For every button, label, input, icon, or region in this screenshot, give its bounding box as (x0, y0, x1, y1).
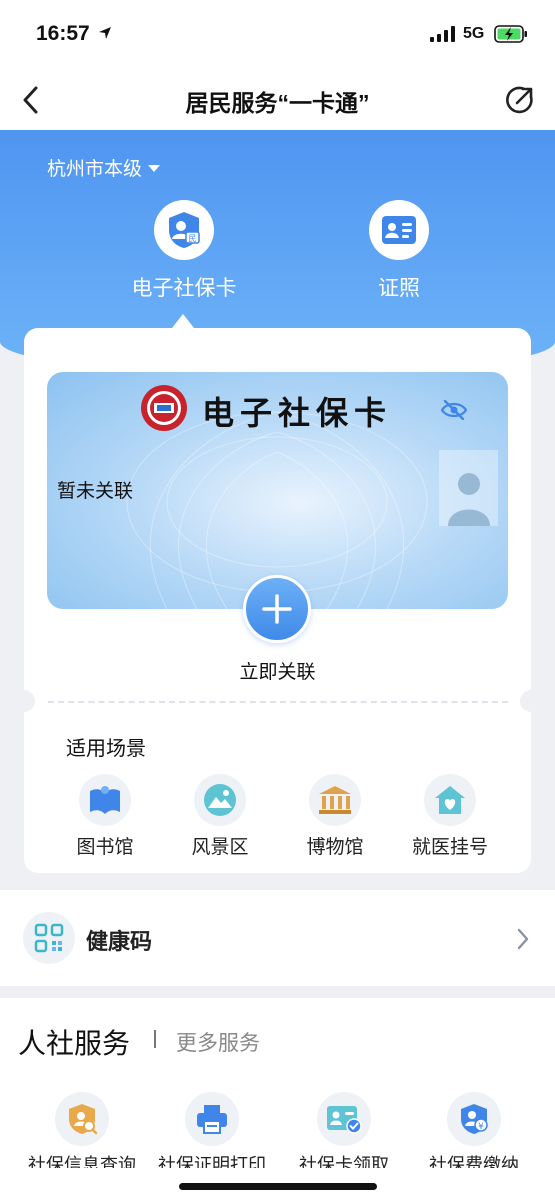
status-bar: 16:57 5G (0, 0, 555, 70)
home-indicator[interactable] (179, 1183, 377, 1190)
link-card-label: 立即关联 (239, 662, 316, 683)
back-button[interactable] (14, 82, 46, 118)
tab-label: 电子社保卡 (131, 277, 237, 300)
tab-social-security-card[interactable]: 民 电子社保卡 (114, 200, 254, 302)
book-icon (79, 774, 131, 826)
health-code-label: 健康码 (86, 929, 153, 954)
plus-icon (262, 594, 292, 624)
social-security-card[interactable]: 电子社保卡 暂未关联 (47, 372, 508, 609)
printer-icon (185, 1092, 239, 1146)
person-silhouette-icon (447, 473, 490, 526)
id-card-icon (369, 200, 429, 260)
qr-code-icon (23, 912, 75, 964)
svg-text:民: 民 (189, 234, 197, 243)
hospital-icon (424, 774, 476, 826)
scene-label: 图书馆 (76, 837, 134, 858)
search-doc-icon (55, 1092, 109, 1146)
eye-hidden-icon[interactable] (440, 400, 468, 420)
card-link-status: 暂未关联 (57, 481, 134, 502)
region-label: 杭州市本级 (47, 159, 143, 180)
panel-notch-left (13, 690, 35, 712)
link-card-button[interactable] (243, 575, 311, 643)
network-type: 5G (463, 25, 485, 42)
social-security-emblem-icon (141, 385, 187, 431)
tab-license[interactable]: 证照 (329, 200, 469, 302)
services-title: 人社服务 (18, 1028, 131, 1059)
share-icon (506, 86, 533, 114)
share-button[interactable] (502, 82, 538, 118)
service-label: 社保费缴纳 (429, 1155, 519, 1168)
panel-notch-right (520, 690, 542, 712)
card-check-icon (317, 1092, 371, 1146)
health-code-row[interactable]: 健康码 (0, 890, 555, 986)
service-fee-payment[interactable]: ¥ 社保费缴纳 (414, 1092, 534, 1168)
scene-hospital-registration[interactable]: 就医挂号 (395, 774, 505, 859)
location-arrow-icon (99, 27, 111, 39)
scene-label: 博物馆 (306, 837, 364, 858)
more-services-link[interactable]: 更多服务 (176, 1027, 260, 1057)
page-title: 居民服务“一卡通” (185, 90, 370, 116)
service-label: 社保卡领取 (299, 1155, 389, 1168)
region-selector[interactable]: 杭州市本级 (47, 154, 161, 181)
museum-icon (309, 774, 361, 826)
active-tab-pointer (172, 314, 194, 328)
service-info-query[interactable]: 社保信息查询 (22, 1092, 142, 1168)
hr-services-section: 人社服务 更多服务 社保信息查询 社保证明打印 社保卡领取 ¥ 社保费缴纳 (0, 998, 555, 1202)
chevron-left-icon (23, 86, 38, 114)
status-time: 16:57 (36, 22, 90, 45)
scene-label: 风景区 (191, 837, 249, 858)
nav-bar: 居民服务“一卡通” (0, 70, 555, 130)
tab-label: 证照 (378, 277, 420, 300)
scene-library[interactable]: 图书馆 (50, 774, 160, 859)
service-certificate-print[interactable]: 社保证明打印 (152, 1092, 272, 1168)
yuan-shield-icon: ¥ (447, 1092, 501, 1146)
card-title: 电子社保卡 (202, 394, 393, 432)
svg-text:¥: ¥ (478, 1122, 484, 1132)
signal-icon (430, 26, 455, 42)
scenes-title: 适用场景 (66, 738, 146, 760)
scene-scenic-area[interactable]: 风景区 (165, 774, 275, 859)
scene-museum[interactable]: 博物馆 (280, 774, 390, 859)
mountain-icon (194, 774, 246, 826)
caret-down-icon (148, 165, 161, 172)
photo-placeholder (439, 450, 498, 526)
service-label: 社保信息查询 (28, 1155, 136, 1168)
shield-card-icon: 民 (154, 200, 214, 260)
battery-charging-icon (494, 25, 527, 43)
dashed-divider (48, 701, 508, 703)
scene-label: 就医挂号 (411, 837, 488, 858)
service-card-collection[interactable]: 社保卡领取 (284, 1092, 404, 1168)
chevron-right-icon (517, 928, 529, 950)
service-label: 社保证明打印 (158, 1155, 266, 1168)
title-separator (154, 1030, 156, 1048)
